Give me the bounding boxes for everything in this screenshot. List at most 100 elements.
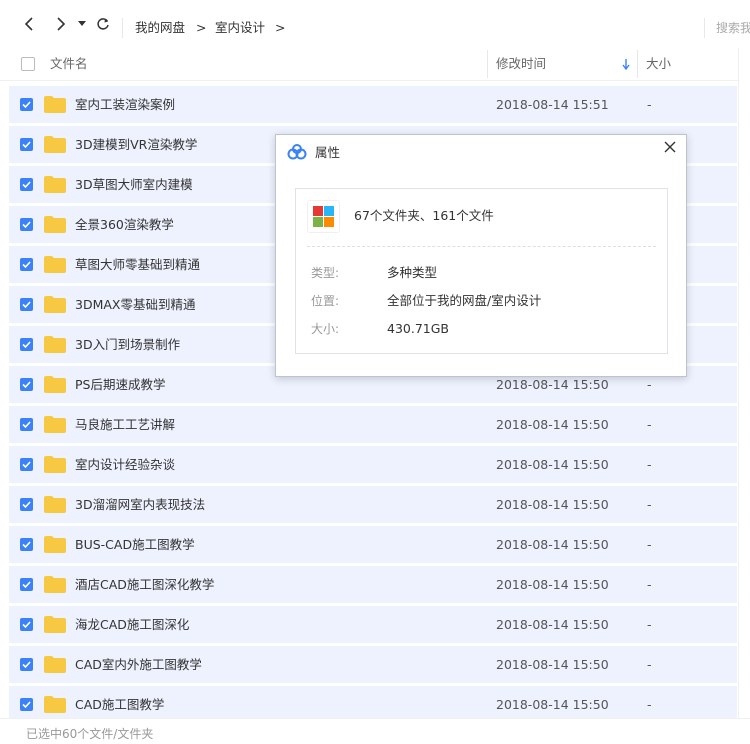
search-input[interactable]: 搜索我的网盘文件 [716,20,750,36]
row-checkbox[interactable] [20,538,33,551]
table-row[interactable]: BUS-CAD施工图教学 2018-08-14 15:50 - [9,526,737,563]
dialog-title: 属性 [315,145,341,160]
folder-icon [44,176,66,193]
properties-panel: 67个文件夹、161个文件 类型: 多种类型 位置: 全部位于我的网盘/室内设计… [295,188,668,354]
row-checkbox[interactable] [20,418,33,431]
file-name[interactable]: 酒店CAD施工图深化教学 [75,566,214,603]
row-checkbox[interactable] [20,458,33,471]
location-value: 全部位于我的网盘/室内设计 [387,293,542,308]
nav-divider [122,18,123,38]
file-name[interactable]: 3D草图大师室内建模 [75,166,193,203]
vertical-scrollbar[interactable] [738,48,750,718]
select-all-checkbox[interactable] [21,57,35,71]
file-name[interactable]: 海龙CAD施工图深化 [75,606,189,643]
folder-icon [44,576,66,593]
column-size[interactable]: 大小 [646,48,671,80]
file-size: - [647,577,652,592]
file-modified: 2018-08-14 15:50 [496,537,609,552]
folder-icon [44,136,66,153]
column-name[interactable]: 文件名 [50,48,88,80]
selection-status: 已选中60个文件/文件夹 [26,727,154,741]
selection-summary: 67个文件夹、161个文件 [354,208,494,223]
folder-icon [44,696,66,713]
row-checkbox[interactable] [20,618,33,631]
breadcrumb-root[interactable]: 我的网盘 [135,20,185,36]
file-name[interactable]: 全景360渲染教学 [75,206,174,243]
file-modified: 2018-08-14 15:50 [496,577,609,592]
file-size: - [647,97,652,112]
file-name[interactable]: 马良施工工艺讲解 [75,406,175,443]
folder-icon [44,96,66,113]
file-modified: 2018-08-14 15:51 [496,97,609,112]
back-arrow-icon[interactable] [20,14,40,34]
close-icon[interactable] [662,139,678,155]
row-checkbox[interactable] [20,698,33,711]
file-modified: 2018-08-14 15:50 [496,497,609,512]
table-row[interactable]: 室内工装渲染案例 2018-08-14 15:51 - [9,86,737,123]
file-name[interactable]: 室内工装渲染案例 [75,86,175,123]
file-size: - [647,657,652,672]
file-name[interactable]: 室内设计经验杂谈 [75,446,175,483]
file-name[interactable]: 3D溜溜网室内表现技法 [75,486,205,523]
row-checkbox[interactable] [20,378,33,391]
file-size: - [647,417,652,432]
file-size: - [647,457,652,472]
column-header: 文件名 修改时间 大小 [0,48,738,81]
folder-icon [44,256,66,273]
breadcrumb-separator: > [275,20,286,35]
properties-dialog: 属性 67个文件夹、161个文件 类型: 多种类型 位置: 全部位于我的网盘/室… [275,134,687,377]
folder-icon [44,616,66,633]
table-row[interactable]: 马良施工工艺讲解 2018-08-14 15:50 - [9,406,737,443]
row-checkbox[interactable] [20,218,33,231]
file-name[interactable]: BUS-CAD施工图教学 [75,526,195,563]
navigation-bar: 我的网盘 > 室内设计 > 搜索我的网盘文件 [0,0,750,48]
folder-icon [44,536,66,553]
file-name[interactable]: 草图大师零基础到精通 [75,246,200,283]
folder-icon [44,336,66,353]
row-checkbox[interactable] [20,578,33,591]
row-checkbox[interactable] [20,298,33,311]
row-checkbox[interactable] [20,98,33,111]
row-checkbox[interactable] [20,498,33,511]
status-bar: 已选中60个文件/文件夹 [0,718,750,744]
file-name[interactable]: 3DMAX零基础到精通 [75,286,195,323]
file-name[interactable]: 3D入门到场景制作 [75,326,180,363]
folder-icon [44,416,66,433]
multi-files-icon [307,200,340,233]
table-row[interactable]: 室内设计经验杂谈 2018-08-14 15:50 - [9,446,737,483]
type-value: 多种类型 [387,265,438,280]
file-name[interactable]: 3D建模到VR渲染教学 [75,126,197,163]
file-modified: 2018-08-14 15:50 [496,617,609,632]
history-dropdown-icon[interactable] [74,14,90,34]
table-row[interactable]: CAD室内外施工图教学 2018-08-14 15:50 - [9,646,737,683]
folder-icon [44,216,66,233]
table-row[interactable]: 海龙CAD施工图深化 2018-08-14 15:50 - [9,606,737,643]
table-row[interactable]: 酒店CAD施工图深化教学 2018-08-14 15:50 - [9,566,737,603]
dialog-divider [307,246,656,247]
refresh-icon[interactable] [93,14,113,34]
folder-icon [44,296,66,313]
folder-icon [44,376,66,393]
breadcrumb-current[interactable]: 室内设计 [215,20,265,36]
file-modified: 2018-08-14 15:50 [496,657,609,672]
row-checkbox[interactable] [20,338,33,351]
row-checkbox[interactable] [20,258,33,271]
type-label: 类型: [311,266,340,280]
file-modified: 2018-08-14 15:50 [496,417,609,432]
file-modified: 2018-08-14 15:50 [496,457,609,472]
location-label: 位置: [311,294,340,308]
column-modified[interactable]: 修改时间 [496,48,546,80]
forward-arrow-icon[interactable] [50,14,70,34]
folder-icon [44,496,66,513]
row-checkbox[interactable] [20,138,33,151]
folder-icon [44,456,66,473]
file-name[interactable]: PS后期速成教学 [75,366,165,403]
table-row[interactable]: 3D溜溜网室内表现技法 2018-08-14 15:50 - [9,486,737,523]
file-name[interactable]: CAD室内外施工图教学 [75,646,202,683]
size-value: 430.71GB [387,321,449,336]
row-checkbox[interactable] [20,178,33,191]
column-divider [637,50,638,78]
row-checkbox[interactable] [20,658,33,671]
sort-down-icon[interactable] [622,58,630,73]
column-divider [487,50,488,78]
